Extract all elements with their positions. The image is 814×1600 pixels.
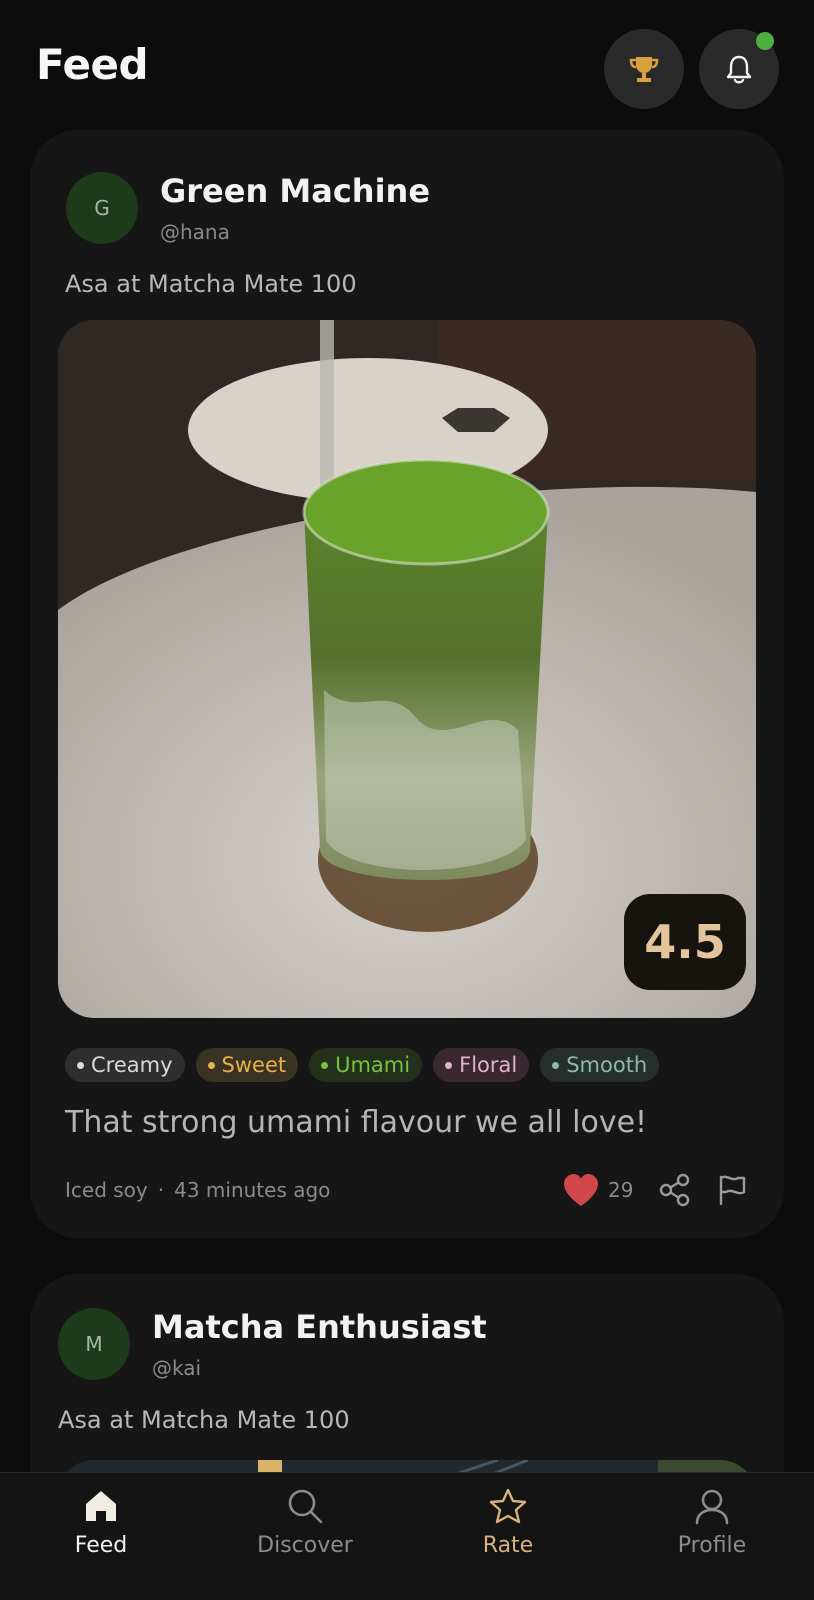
user-icon <box>695 1489 729 1525</box>
review-text: That strong umami flavour we all love! <box>65 1105 648 1140</box>
bottom-tab-bar: Feed Discover Rate Profile <box>0 1472 814 1600</box>
leaderboard-button[interactable] <box>604 29 684 109</box>
rating-score-badge: 4.5 <box>624 894 746 990</box>
user-handle[interactable]: @hana <box>160 220 230 244</box>
tag-smooth[interactable]: Smooth <box>540 1048 660 1082</box>
tab-discover[interactable]: Discover <box>235 1487 375 1587</box>
milk-type: Iced soy <box>65 1178 148 1202</box>
star-icon <box>489 1488 527 1524</box>
tag-floral[interactable]: Floral <box>433 1048 530 1082</box>
search-icon <box>288 1489 323 1524</box>
heart-icon <box>564 1174 598 1206</box>
meta-separator: · <box>157 1178 165 1202</box>
tag-label: Umami <box>335 1053 411 1077</box>
tab-label: Profile <box>677 1533 747 1558</box>
post-meta: Iced soy · 43 minutes ago <box>65 1178 330 1202</box>
flavour-tags: Creamy Sweet Umami Floral Smooth <box>65 1048 660 1082</box>
avatar[interactable]: M <box>58 1308 130 1380</box>
flag-icon <box>720 1175 746 1206</box>
tag-dot <box>207 1061 215 1069</box>
tag-creamy[interactable]: Creamy <box>65 1048 185 1082</box>
display-name[interactable]: Matcha Enthusiast <box>152 1308 487 1346</box>
share-icon <box>660 1173 690 1207</box>
display-name[interactable]: Green Machine <box>160 172 430 210</box>
bell-icon <box>726 55 752 84</box>
tag-label: Floral <box>459 1053 518 1077</box>
tab-label: Feed <box>74 1533 128 1558</box>
like-count: 29 <box>608 1178 634 1202</box>
avatar[interactable]: G <box>66 172 138 244</box>
page-title: Feed <box>36 40 149 89</box>
tab-feed[interactable]: Feed <box>31 1487 171 1587</box>
user-handle[interactable]: @kai <box>152 1356 201 1380</box>
notification-dot <box>756 32 774 50</box>
post-actions: 29 <box>562 1168 747 1212</box>
like-button[interactable] <box>562 1173 600 1207</box>
tag-umami[interactable]: Umami <box>309 1048 423 1082</box>
report-button[interactable] <box>717 1174 747 1206</box>
post-photo[interactable]: 4.5 <box>58 320 756 1018</box>
cafe-location[interactable]: Asa at Matcha Mate 100 <box>58 1406 350 1434</box>
tab-profile[interactable]: Profile <box>642 1487 782 1587</box>
tag-sweet[interactable]: Sweet <box>195 1048 299 1082</box>
tab-rate[interactable]: Rate <box>438 1487 578 1587</box>
post-card[interactable]: G Green Machine @hana Asa at Matcha Mate… <box>30 130 784 1238</box>
tag-dot <box>552 1061 560 1069</box>
tag-dot <box>445 1061 453 1069</box>
tab-label: Rate <box>482 1533 534 1558</box>
tag-label: Sweet <box>221 1053 287 1077</box>
tag-dot <box>321 1061 329 1069</box>
tag-label: Smooth <box>566 1053 648 1077</box>
tag-label: Creamy <box>91 1053 173 1077</box>
cafe-location[interactable]: Asa at Matcha Mate 100 <box>65 270 357 298</box>
tab-label: Discover <box>257 1533 353 1558</box>
share-button[interactable] <box>659 1173 691 1207</box>
tag-dot <box>77 1061 84 1069</box>
top-header: Feed <box>0 0 814 130</box>
trophy-icon <box>629 57 659 82</box>
home-icon <box>86 1491 116 1521</box>
timestamp: 43 minutes ago <box>174 1178 331 1202</box>
